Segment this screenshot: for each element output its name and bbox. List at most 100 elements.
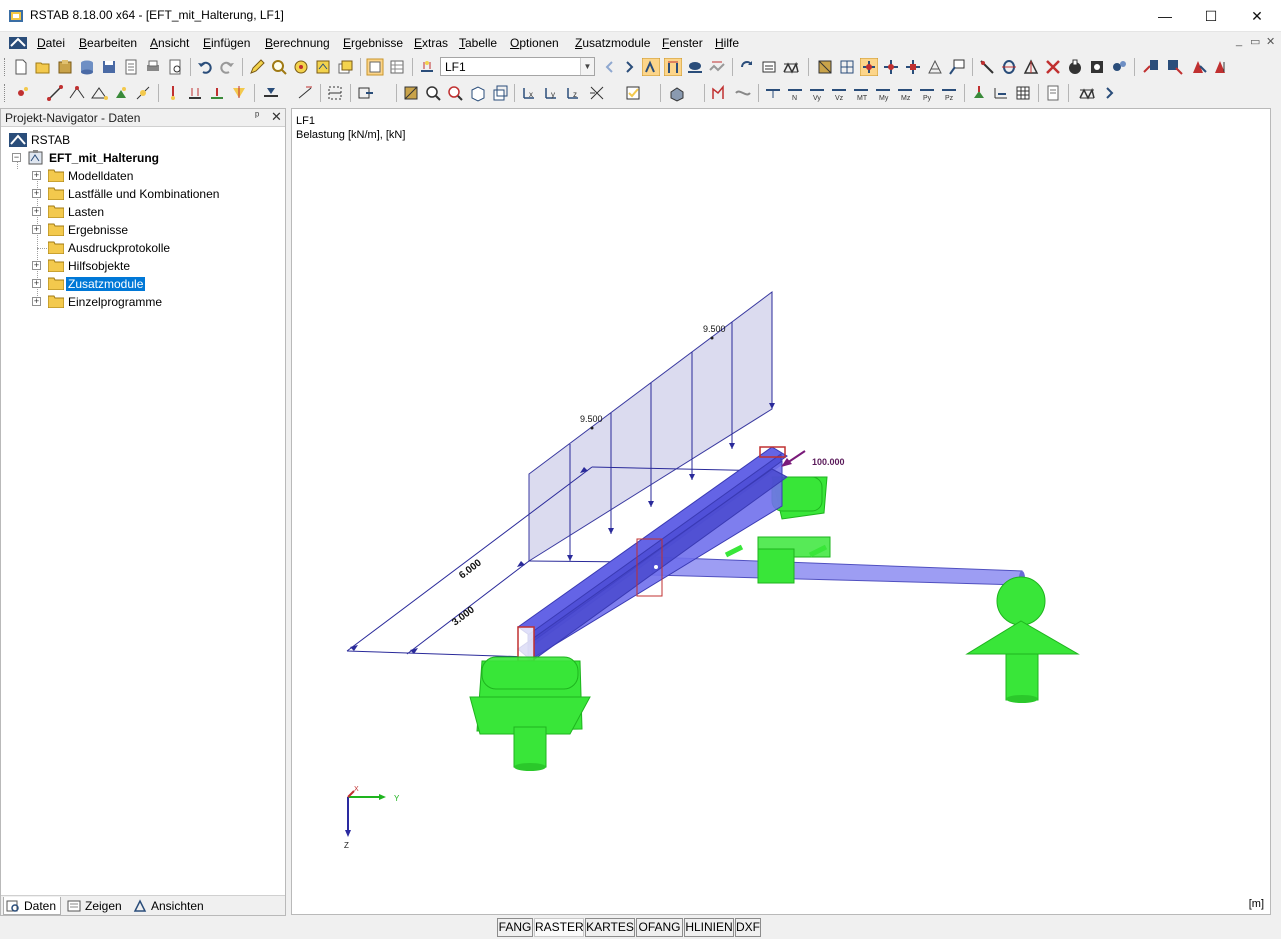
mdi-restore-button[interactable]: ▭ <box>1250 35 1260 48</box>
moment-mt-icon[interactable]: MT <box>852 84 870 102</box>
document-icon[interactable] <box>8 35 28 51</box>
select-supports-icon[interactable] <box>1022 58 1040 76</box>
toolbar-grip[interactable] <box>4 58 7 76</box>
import-icon[interactable] <box>1166 58 1184 76</box>
table-icon[interactable] <box>388 58 406 76</box>
view-box-icon[interactable] <box>468 84 486 102</box>
expand-icon[interactable]: + <box>32 297 41 306</box>
imposed-deformation-icon[interactable] <box>208 84 226 102</box>
tab-daten[interactable]: Daten <box>3 897 61 915</box>
deformation-icon[interactable] <box>734 84 752 102</box>
view-front-icon[interactable] <box>490 84 508 102</box>
force-n-icon[interactable]: N <box>786 84 804 102</box>
diagram-icon[interactable] <box>710 84 728 102</box>
zoom-all-icon[interactable] <box>446 84 464 102</box>
expand-icon[interactable]: + <box>32 261 41 270</box>
temperature-load-icon[interactable] <box>230 84 248 102</box>
zoom-window-icon[interactable] <box>424 84 442 102</box>
display-properties-icon[interactable] <box>624 84 642 102</box>
pdf-export-icon[interactable] <box>1190 58 1208 76</box>
status-raster-button[interactable]: RASTER <box>534 918 584 937</box>
view-in-y-icon[interactable]: y <box>542 84 560 102</box>
settings-icon[interactable] <box>1110 58 1128 76</box>
result-values-icon[interactable] <box>708 58 726 76</box>
view-isometric-icon[interactable] <box>816 58 834 76</box>
load-case-icon[interactable] <box>418 58 436 76</box>
view-y-icon[interactable] <box>904 58 922 76</box>
tree-folder-zusatzmodule[interactable]: + Zusatzmodule <box>27 275 277 293</box>
nodal-load-icon[interactable] <box>164 84 182 102</box>
load-case-combobox[interactable]: LF1 ▼ <box>440 57 595 76</box>
view-in-x-icon[interactable]: x <box>520 84 538 102</box>
insert-truss-icon[interactable] <box>90 84 108 102</box>
menu-extras[interactable]: Extras <box>414 36 448 50</box>
animation-icon[interactable] <box>1078 84 1096 102</box>
support-left[interactable] <box>469 656 591 771</box>
rotate-view-icon[interactable] <box>738 58 756 76</box>
view-z-icon[interactable] <box>926 58 944 76</box>
open-folder-icon[interactable] <box>34 58 52 76</box>
view-x-icon[interactable] <box>882 58 900 76</box>
insert-member-set-icon[interactable] <box>68 84 86 102</box>
result-values-on-icon[interactable] <box>992 84 1010 102</box>
expand-icon[interactable]: + <box>32 225 41 234</box>
render-mode-icon[interactable] <box>668 84 686 102</box>
select-members-icon[interactable] <box>1000 58 1018 76</box>
support-reactions-icon[interactable] <box>970 84 988 102</box>
tree-folder-einzelprogramme[interactable]: + Einzelprogramme <box>27 293 277 311</box>
table-on-icon[interactable] <box>366 58 384 76</box>
open-project-icon[interactable] <box>56 58 74 76</box>
delete-selection-icon[interactable] <box>1044 58 1062 76</box>
member-load-icon[interactable] <box>186 84 204 102</box>
load-values-icon[interactable] <box>296 84 314 102</box>
chevron-down-icon[interactable]: ▼ <box>580 58 594 75</box>
show-results-icon[interactable] <box>686 58 704 76</box>
model-scene[interactable]: 9.500 9.500 100.000 6.000 3.000 X Y Z <box>292 109 1270 914</box>
expand-toolbar-icon[interactable] <box>1100 84 1118 102</box>
menu-fenster[interactable]: Fenster <box>662 36 703 50</box>
show-load-values-icon[interactable] <box>664 58 682 76</box>
tree-root-rstab[interactable]: RSTAB <box>7 131 277 149</box>
menu-tabelle[interactable]: Tabelle <box>459 36 497 50</box>
print-icon[interactable] <box>144 58 162 76</box>
tree-folder-ergebnisse[interactable]: + Ergebnisse <box>27 221 277 239</box>
graphics-window[interactable]: LF1 Belastung [kN/m], [kN] 9.500 9.500 1… <box>291 108 1271 915</box>
results-table-icon[interactable] <box>1088 58 1106 76</box>
mdi-close-button[interactable]: ✕ <box>1266 35 1275 48</box>
minimize-button[interactable]: — <box>1142 0 1188 32</box>
new-file-icon[interactable] <box>12 58 30 76</box>
next-load-case-icon[interactable] <box>620 58 638 76</box>
menu-optionen[interactable]: Optionen <box>510 36 559 50</box>
printout-icon[interactable] <box>760 58 778 76</box>
menu-einfuegen[interactable]: Einfügen <box>203 36 250 50</box>
results-table-grid-icon[interactable] <box>1014 84 1032 102</box>
close-button[interactable]: ✕ <box>1234 0 1280 32</box>
status-hlinien-button[interactable]: HLINIEN <box>684 918 734 937</box>
section-line-icon[interactable] <box>356 84 374 102</box>
menu-ansicht[interactable]: Ansicht <box>150 36 189 50</box>
navigator-close-button[interactable]: ✕ <box>271 109 282 125</box>
print-preview-icon[interactable] <box>166 58 184 76</box>
view-minus-x-icon[interactable] <box>588 84 606 102</box>
menu-ergebnisse[interactable]: Ergebnisse <box>343 36 403 50</box>
toolbar-grip[interactable] <box>4 84 7 102</box>
menu-hilfe[interactable]: Hilfe <box>715 36 739 50</box>
menu-berechnung[interactable]: Berechnung <box>265 36 330 50</box>
expand-icon[interactable]: + <box>32 279 41 288</box>
menu-bearbeiten[interactable]: Bearbeiten <box>79 36 137 50</box>
tree-folder-ausdruckprotokolle[interactable]: Ausdruckprotokolle <box>27 239 277 257</box>
status-kartes-button[interactable]: KARTES <box>585 918 635 937</box>
tab-ansichten[interactable]: Ansichten <box>131 897 205 915</box>
maximize-button[interactable]: ☐ <box>1188 0 1234 32</box>
tree-folder-lasten[interactable]: + Lasten <box>27 203 277 221</box>
database-icon[interactable] <box>78 58 96 76</box>
cross-member[interactable] <box>651 556 1025 586</box>
tree-project[interactable]: − EFT_mit_Halterung <box>7 149 277 167</box>
perspective-icon[interactable] <box>948 58 966 76</box>
section-icon[interactable] <box>1066 58 1084 76</box>
force-vz-icon[interactable]: Vz <box>830 84 848 102</box>
support-right[interactable] <box>965 576 1080 703</box>
zoom-icon[interactable] <box>292 58 310 76</box>
show-loads-icon[interactable] <box>642 58 660 76</box>
support-pz-icon[interactable]: Pz <box>940 84 958 102</box>
